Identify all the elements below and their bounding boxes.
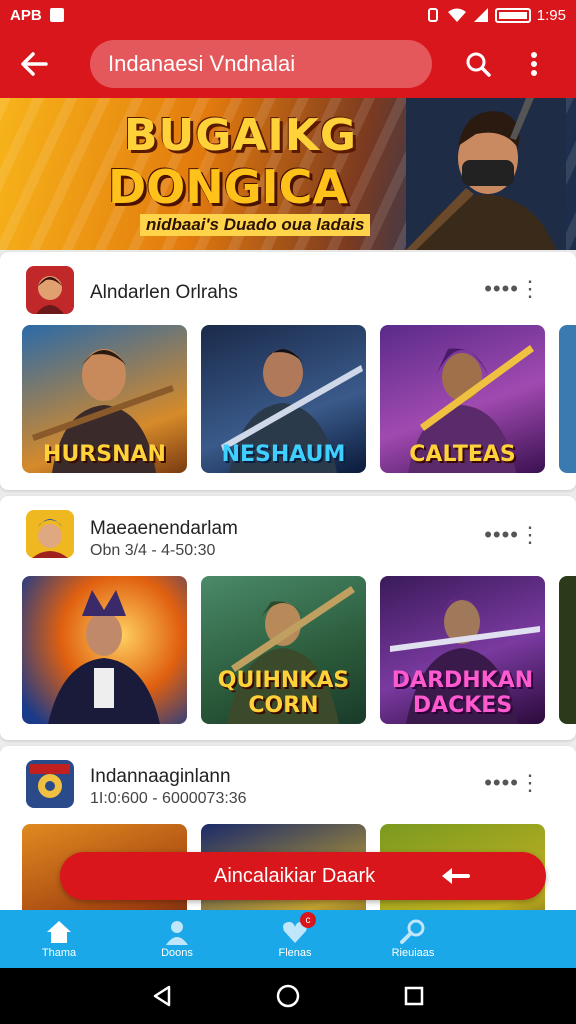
more-options-button[interactable] xyxy=(514,44,554,84)
recents-square-icon[interactable] xyxy=(403,985,425,1007)
person-icon xyxy=(166,921,188,945)
section-1-more-icon[interactable]: ••••⋮ xyxy=(484,276,542,302)
back-button[interactable] xyxy=(14,44,54,84)
section-2-thumb-peek[interactable] xyxy=(559,576,576,724)
section-card-1: Alndarlen Orlrahs ••••⋮ HURSNAN NESHAUM … xyxy=(0,252,576,490)
thumb-art xyxy=(48,590,160,724)
section-2-app-icon[interactable] xyxy=(26,510,74,558)
vibrate-icon xyxy=(427,8,438,22)
section-3-title: Indannaaginlann xyxy=(90,766,231,787)
back-arrow-icon xyxy=(21,52,48,76)
notification-badge: c xyxy=(300,912,316,928)
bottom-nav: Thama Doons c Flenas Rieuiaas xyxy=(0,910,576,968)
banner-title-line2: DONGICA xyxy=(108,160,349,214)
banner-hero-art xyxy=(406,98,566,250)
search-button[interactable] xyxy=(458,44,498,84)
nav-label-home: Thama xyxy=(41,947,77,959)
arrow-left-icon xyxy=(442,868,470,884)
cta-label: Aincalaikiar Daark xyxy=(214,864,376,887)
section-1-thumb-peek[interactable] xyxy=(559,325,576,473)
section-3-more-icon[interactable]: ••••⋮ xyxy=(484,770,542,796)
status-bar: APB 1:95 xyxy=(0,0,576,30)
battery-icon xyxy=(494,7,531,23)
promo-banner[interactable]: BUGAIKG DONGICA nidbaai's Duado oua lada… xyxy=(0,98,576,250)
banner-tagline: nidbaai's Duado oua ladais xyxy=(140,214,371,236)
nav-item-home[interactable]: Thama xyxy=(0,910,118,968)
system-nav-bar xyxy=(0,968,576,1024)
nav-item-favorites[interactable]: c Flenas xyxy=(236,910,354,968)
nav-item-person[interactable]: Doons xyxy=(118,910,236,968)
wifi-icon xyxy=(447,8,466,22)
section-2-thumb-2[interactable]: QUIHNKAS CORN xyxy=(201,576,366,724)
search-field[interactable]: Indanaesi Vndnalai xyxy=(90,40,432,88)
section-2-thumb-1[interactable] xyxy=(22,576,187,724)
home-circle-icon[interactable] xyxy=(276,984,300,1008)
section-2-subtitle: Obn 3/4 - 4-50:30 xyxy=(90,542,216,559)
section-1-thumb-2[interactable]: NESHAUM xyxy=(201,325,366,473)
nav-item-search[interactable]: Rieuiaas xyxy=(354,910,472,968)
notification-icon xyxy=(49,8,64,22)
more-vert-icon xyxy=(531,52,537,76)
nav-label-person: Doons xyxy=(161,947,193,959)
back-triangle-icon[interactable] xyxy=(151,985,173,1007)
section-3-subtitle: 1I:0:600 - 6000073:36 xyxy=(90,790,247,807)
section-1-thumb-3[interactable]: CALTEAS xyxy=(380,325,545,473)
section-2-thumb-3-caption: DARDHKAN DACKES xyxy=(391,668,534,718)
section-1-app-icon[interactable] xyxy=(26,266,74,314)
section-1-thumb-3-caption: CALTEAS xyxy=(409,442,516,467)
section-2-thumb-3[interactable]: DARDHKAN DACKES xyxy=(380,576,545,724)
search-icon xyxy=(466,52,491,77)
status-left-text: APB xyxy=(10,6,42,24)
search-icon xyxy=(400,919,425,944)
cta-button[interactable]: Aincalaikiar Daark xyxy=(60,852,546,900)
search-field-text: Indanaesi Vndnalai xyxy=(108,51,296,76)
section-2-thumb-2-caption: QUIHNKAS CORN xyxy=(217,668,350,718)
section-card-2: Maeaenendarlam Obn 3/4 - 4-50:30 ••••⋮ Q… xyxy=(0,496,576,740)
nav-label-search: Rieuiaas xyxy=(391,947,435,959)
banner-title-line1: BUGAIKG xyxy=(124,110,358,161)
home-icon xyxy=(47,921,71,943)
section-1-thumb-2-caption: NESHAUM xyxy=(221,442,346,467)
section-1-title: Alndarlen Orlrahs xyxy=(90,282,238,303)
section-3-app-icon[interactable] xyxy=(26,760,74,808)
signal-icon xyxy=(473,8,488,22)
section-2-more-icon[interactable]: ••••⋮ xyxy=(484,522,542,548)
section-2-title: Maeaenendarlam xyxy=(90,518,238,539)
nav-label-favorites: Flenas xyxy=(278,947,312,959)
status-time: 1:95 xyxy=(536,6,566,24)
app-bar: Indanaesi Vndnalai xyxy=(0,30,576,98)
section-1-thumb-1-caption: HURSNAN xyxy=(43,442,166,467)
section-1-thumb-1[interactable]: HURSNAN xyxy=(22,325,187,473)
